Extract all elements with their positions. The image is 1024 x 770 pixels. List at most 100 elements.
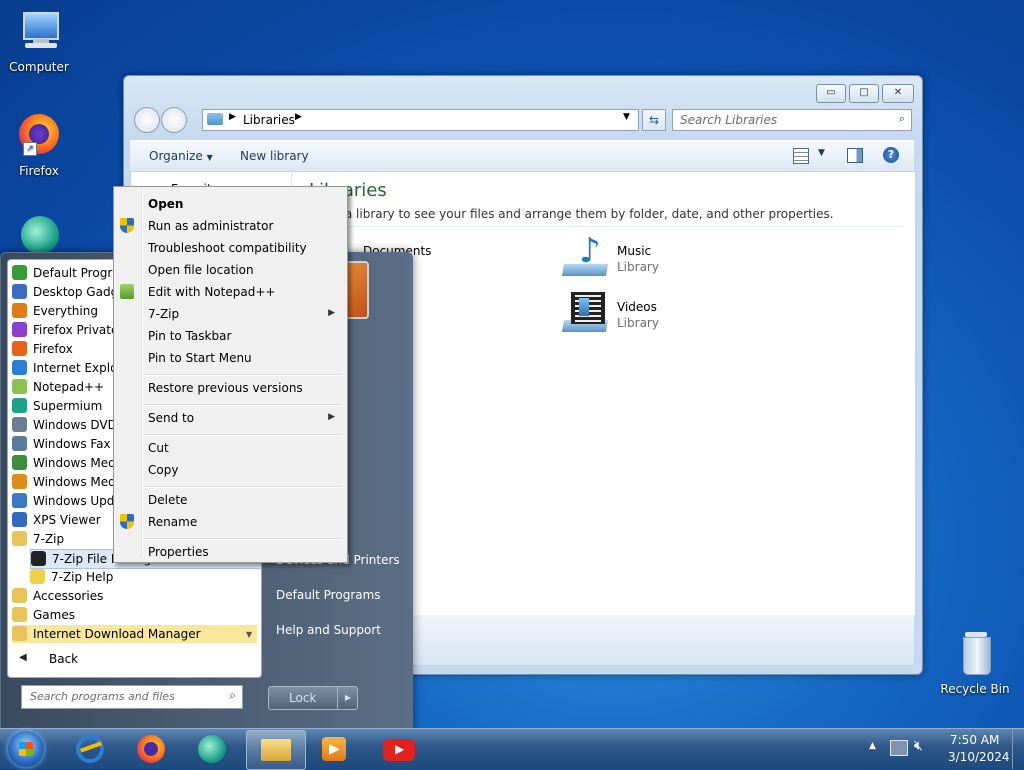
explorer-taskbar-button[interactable] — [246, 730, 306, 770]
menu-separator — [144, 374, 342, 376]
network-icon[interactable] — [890, 740, 908, 756]
program-label: Everything — [33, 304, 98, 318]
videos-library-icon — [561, 290, 609, 336]
menu-separator — [144, 538, 342, 540]
forward-nav-button[interactable] — [161, 107, 187, 133]
context-menu-item[interactable]: Restore previous versions — [114, 378, 345, 398]
program-icon — [12, 436, 27, 451]
context-menu-item[interactable]: Copy — [114, 460, 345, 480]
program-item[interactable]: Games — [12, 606, 257, 624]
context-menu-label: Open — [148, 197, 184, 211]
program-icon — [12, 284, 27, 299]
organize-button[interactable]: Organize ▼ — [149, 149, 213, 163]
folder-icon — [261, 739, 291, 761]
search-input[interactable]: Search Libraries ⌕ — [672, 109, 912, 131]
program-icon — [30, 569, 45, 584]
program-icon — [12, 322, 27, 337]
youtube-taskbar-icon[interactable]: ▶ — [383, 733, 415, 765]
menu-separator — [144, 486, 342, 488]
address-bar[interactable]: ▶ Libraries ▶ ▼ — [202, 109, 639, 131]
search-icon[interactable]: ⌕ — [899, 112, 905, 126]
back-button[interactable]: ◀ Back — [15, 650, 245, 670]
context-menu-item[interactable]: Rename — [114, 512, 345, 532]
preview-pane-icon[interactable] — [847, 148, 863, 163]
context-menu-item[interactable]: Open — [114, 194, 345, 214]
start-item-help-and-support[interactable]: Help and Support — [276, 623, 381, 637]
context-menu-label: Properties — [148, 545, 209, 559]
back-nav-button[interactable] — [134, 107, 160, 133]
recycle-bin-icon — [951, 630, 999, 678]
search-icon[interactable]: ⌕ — [229, 688, 236, 703]
library-type: Library — [617, 260, 659, 274]
context-menu-item[interactable]: Edit with Notepad++ — [114, 282, 345, 302]
power-options-arrow-icon[interactable]: ▶ — [337, 687, 358, 709]
menu-gutter — [141, 189, 143, 558]
breadcrumb-chevron-icon[interactable]: ▶ — [295, 112, 302, 122]
show-hidden-icons-icon[interactable]: ▲ — [869, 741, 876, 751]
back-arrow-icon: ◀ — [19, 652, 27, 663]
context-menu-item[interactable]: Open file location — [114, 260, 345, 280]
program-item[interactable]: 7-Zip Help — [30, 568, 261, 586]
desktop-icon-computer[interactable]: Computer — [4, 8, 74, 74]
minimize-button[interactable]: ▭ — [816, 84, 846, 103]
context-menu-label: Pin to Start Menu — [148, 351, 252, 365]
close-button[interactable]: ✕ — [882, 84, 914, 103]
program-label: 7-Zip — [33, 532, 65, 546]
context-menu-label: Copy — [148, 463, 179, 477]
context-menu-item[interactable]: Run as administrator — [114, 216, 345, 236]
program-icon — [12, 493, 27, 508]
start-item-default-programs[interactable]: Default Programs — [276, 588, 381, 602]
context-menu-label: 7-Zip — [148, 307, 180, 321]
new-library-button[interactable]: New library — [240, 149, 309, 163]
context-menu-item[interactable]: Delete — [114, 490, 345, 510]
maximize-button[interactable]: □ — [849, 84, 879, 103]
lock-button[interactable]: Lock ▶ — [268, 686, 358, 710]
library-music[interactable]: ♪ Music Library — [561, 234, 761, 284]
program-icon — [12, 626, 27, 641]
help-icon[interactable]: ? — [883, 147, 899, 163]
context-menu-item[interactable]: Send to ▶ — [114, 408, 345, 428]
internet-explorer-taskbar-icon[interactable] — [74, 733, 106, 765]
computer-icon — [15, 8, 63, 56]
submenu-arrow-icon: ▶ — [328, 412, 335, 422]
library-videos[interactable]: Videos Library — [561, 290, 761, 340]
refresh-button[interactable]: ⇆ — [642, 109, 666, 131]
uac-shield-icon — [120, 514, 134, 529]
start-search-input[interactable]: Search programs and files ⌕ — [21, 685, 243, 709]
show-desktop-button[interactable] — [1012, 729, 1024, 769]
context-menu-item[interactable]: 7-Zip ▶ — [114, 304, 345, 324]
volume-muted-icon[interactable]: 🔇︎ — [914, 738, 923, 754]
context-menu-label: Edit with Notepad++ — [148, 285, 276, 299]
view-dropdown-icon[interactable]: ▼ — [818, 148, 825, 158]
view-options-icon[interactable] — [793, 148, 809, 164]
context-menu-item[interactable]: Pin to Start Menu — [114, 348, 345, 368]
supermium-taskbar-icon[interactable] — [196, 733, 228, 765]
media-player-taskbar-icon[interactable]: ▶ — [318, 733, 350, 765]
program-icon — [12, 512, 27, 527]
clock-date[interactable]: 3/10/2024 — [948, 750, 1010, 764]
desktop-icon-recycle-bin[interactable]: Recycle Bin — [940, 630, 1010, 696]
lock-label: Lock — [289, 691, 317, 705]
context-menu-label: Delete — [148, 493, 188, 507]
program-label: 7-Zip Help — [51, 570, 114, 584]
program-item[interactable]: Internet Download Manager — [12, 625, 257, 643]
address-dropdown-icon[interactable]: ▼ — [623, 112, 630, 122]
taskbar: ▶ ▶ ▲ 🔇︎ 7:50 AM 3/10/2024 — [0, 728, 1024, 770]
program-label: XPS Viewer — [33, 513, 101, 527]
context-menu-item[interactable]: Cut — [114, 438, 345, 458]
program-item[interactable]: Accessories — [12, 587, 257, 605]
desktop-icon-firefox[interactable]: ↗ Firefox — [4, 112, 74, 178]
program-label: Firefox — [33, 342, 73, 356]
scroll-down-arrow-icon[interactable]: ▼ — [246, 630, 252, 639]
back-label: Back — [49, 652, 79, 666]
context-menu-item[interactable]: Troubleshoot compatibility — [114, 238, 345, 258]
start-orb-button[interactable] — [8, 731, 44, 767]
desktop-icon-label: Recycle Bin — [940, 682, 1010, 696]
breadcrumb-separator-icon: ▶ — [229, 112, 236, 122]
context-menu-item[interactable]: Properties — [114, 542, 345, 562]
firefox-taskbar-icon[interactable] — [135, 733, 167, 765]
clock-time[interactable]: 7:50 AM — [950, 733, 999, 747]
start-search-placeholder: Search programs and files — [30, 690, 175, 703]
context-menu-item[interactable]: Pin to Taskbar — [114, 326, 345, 346]
breadcrumb[interactable]: Libraries — [243, 113, 295, 127]
